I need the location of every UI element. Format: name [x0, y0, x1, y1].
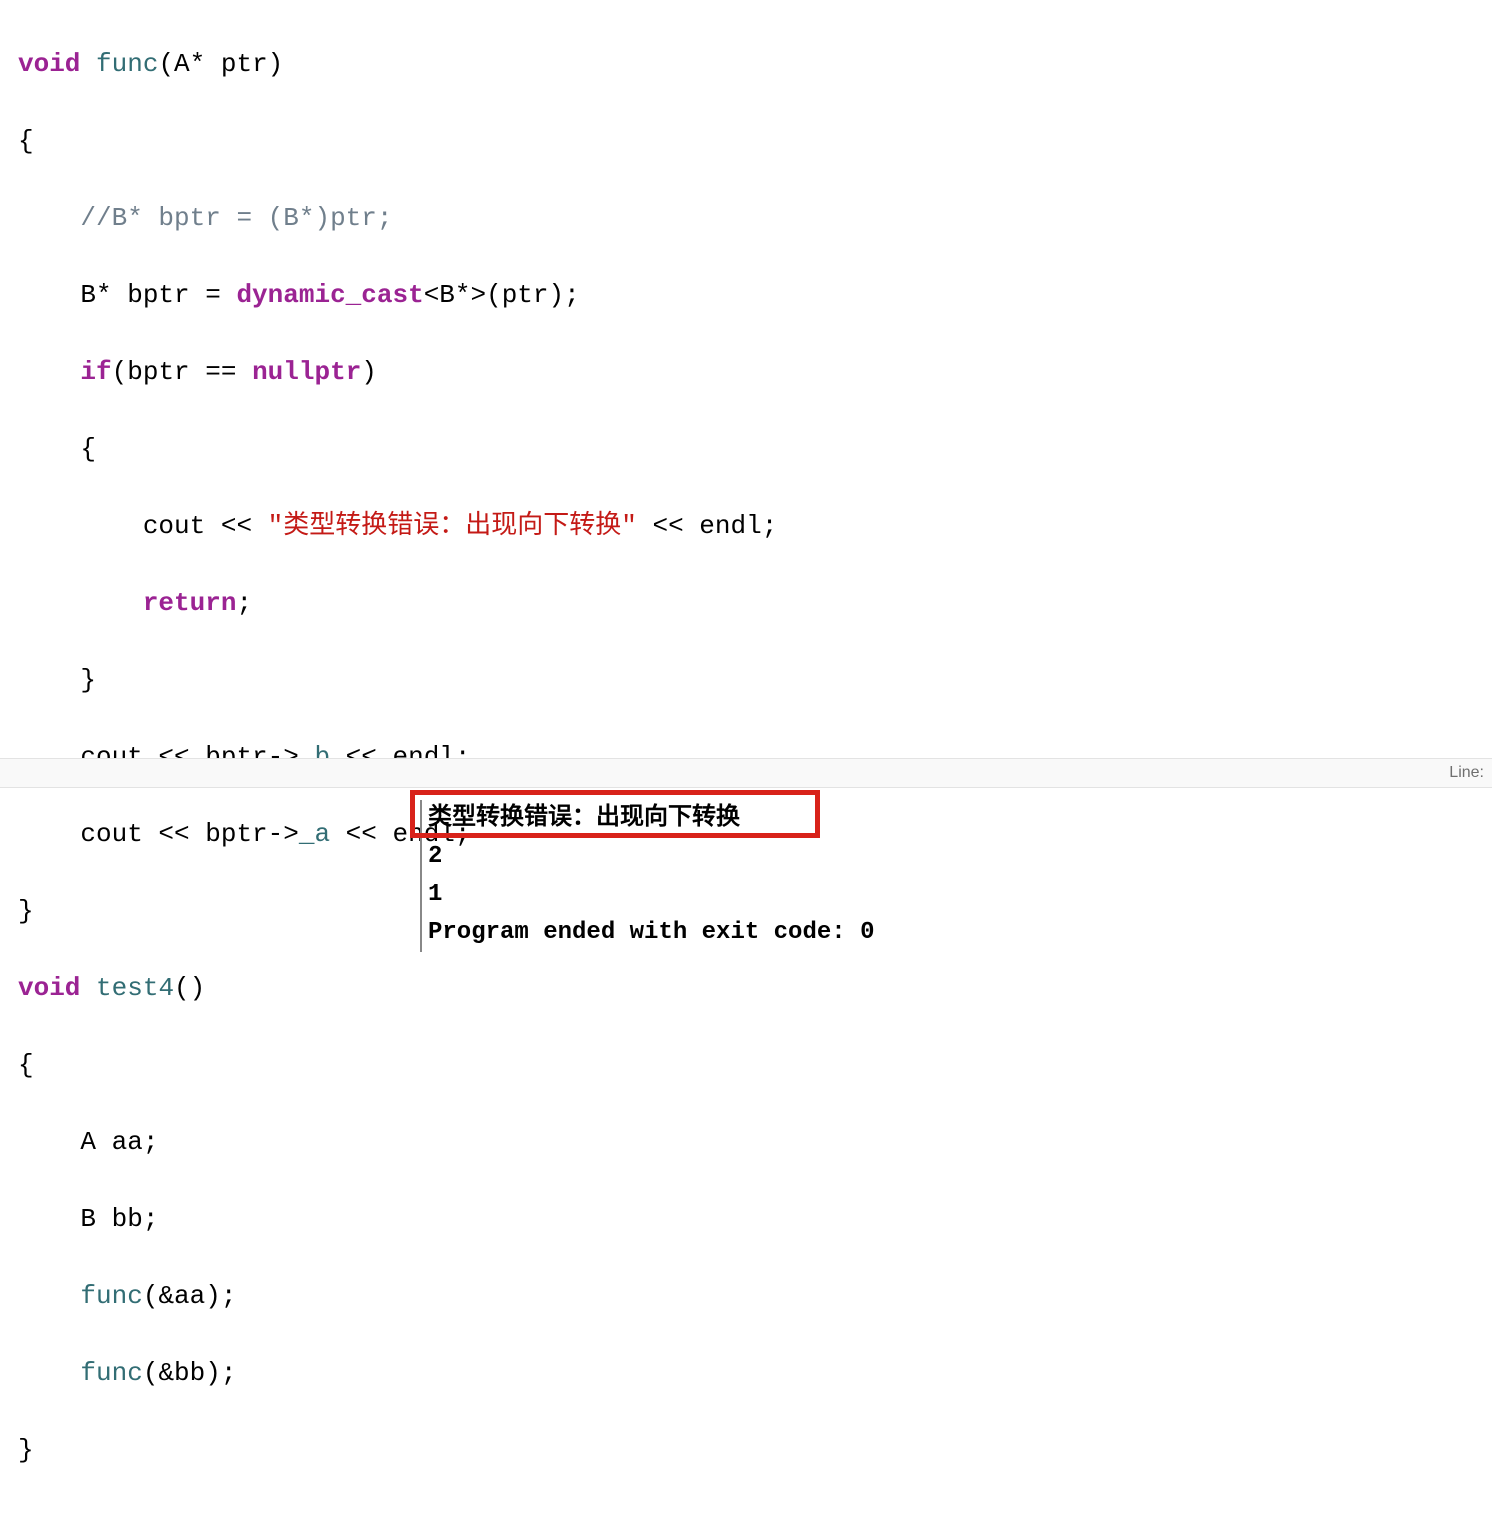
member-variable: _a: [299, 819, 330, 849]
function-name: func: [96, 49, 158, 79]
code-text: ;: [236, 588, 252, 618]
indent: [18, 1358, 80, 1388]
code-line: B bb;: [18, 1200, 1474, 1239]
code-text: B* bptr =: [80, 280, 236, 310]
code-line: B* bptr = dynamic_cast<B*>(ptr);: [18, 276, 1474, 315]
code-text: cout <<: [143, 511, 268, 541]
keyword-void: void: [18, 973, 80, 1003]
indent: [18, 357, 80, 387]
code-text: }: [80, 665, 96, 695]
code-line: {: [18, 122, 1474, 161]
indent: [18, 434, 80, 464]
indent: [18, 1281, 80, 1311]
indent: [18, 203, 80, 233]
code-text: (A* ptr): [158, 49, 283, 79]
code-text: B bb;: [80, 1204, 158, 1234]
string-literal: "类型转换错误：出现向下转换": [268, 511, 637, 541]
keyword-if: if: [80, 357, 111, 387]
indent: [18, 280, 80, 310]
code-text: << endl;: [637, 511, 777, 541]
console-line: 2: [428, 838, 874, 876]
keyword-return: return: [143, 588, 237, 618]
console-line: Program ended with exit code: 0: [428, 914, 874, 952]
code-text: (): [174, 973, 205, 1003]
keyword-void: void: [18, 49, 80, 79]
code-line: func(&aa);: [18, 1277, 1474, 1316]
code-line: }: [18, 1431, 1474, 1470]
code-line: }: [18, 661, 1474, 700]
keyword-dynamic-cast: dynamic_cast: [236, 280, 423, 310]
editor-statusbar: Line:: [0, 758, 1492, 788]
function-call: func: [80, 1358, 142, 1388]
code-line: if(bptr == nullptr): [18, 353, 1474, 392]
indent: [18, 1127, 80, 1157]
code-text: A aa;: [80, 1127, 158, 1157]
indent: [18, 665, 80, 695]
indent: [18, 588, 143, 618]
line-indicator-label: Line:: [1449, 764, 1484, 782]
keyword-nullptr: nullptr: [252, 357, 361, 387]
console-line: 1: [428, 876, 874, 914]
code-line: void func(A* ptr): [18, 45, 1474, 84]
indent: [18, 1204, 80, 1234]
console-output[interactable]: 类型转换错误：出现向下转换 2 1 Program ended with exi…: [420, 800, 874, 952]
function-name: test4: [96, 973, 174, 1003]
code-line: return;: [18, 584, 1474, 623]
indent: [18, 819, 80, 849]
code-text: cout << bptr->: [80, 819, 298, 849]
code-text: (bptr ==: [112, 357, 252, 387]
code-text: ): [361, 357, 377, 387]
code-editor[interactable]: void func(A* ptr) { //B* bptr = (B*)ptr;…: [0, 0, 1492, 1514]
code-line: void test4(): [18, 969, 1474, 1008]
code-line: {: [18, 1046, 1474, 1085]
code-text: (&bb);: [143, 1358, 237, 1388]
comment-text: //B* bptr = (B*)ptr;: [80, 203, 392, 233]
code-line: {: [18, 430, 1474, 469]
code-text: <B*>(ptr);: [424, 280, 580, 310]
code-line: A aa;: [18, 1123, 1474, 1162]
indent: [18, 511, 143, 541]
function-call: func: [80, 1281, 142, 1311]
code-text: {: [80, 434, 96, 464]
console-line: 类型转换错误：出现向下转换: [428, 800, 874, 838]
code-line: cout << "类型转换错误：出现向下转换" << endl;: [18, 507, 1474, 546]
code-text: (&aa);: [143, 1281, 237, 1311]
code-line: //B* bptr = (B*)ptr;: [18, 199, 1474, 238]
code-line: func(&bb);: [18, 1354, 1474, 1393]
